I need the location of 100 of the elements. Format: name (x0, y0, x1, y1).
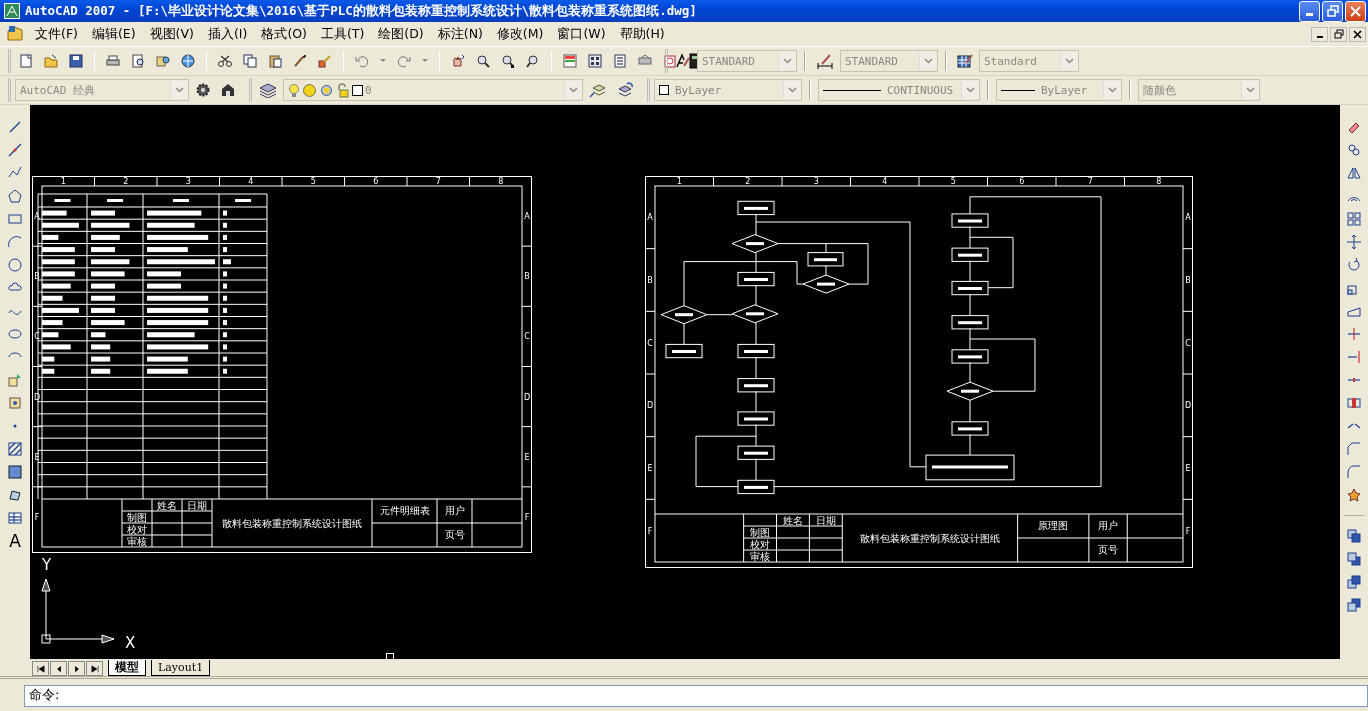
y-axis-label: Y (42, 557, 52, 573)
line-icon[interactable] (7, 119, 23, 135)
match-properties-icon[interactable] (317, 53, 333, 69)
layout-tab[interactable]: Layout1 (151, 660, 211, 676)
sheet-name: 原理图 (1038, 520, 1069, 531)
mirror-icon[interactable] (1346, 165, 1362, 181)
close-button[interactable] (1345, 0, 1366, 22)
restore-button[interactable] (1322, 0, 1343, 22)
menu-item[interactable]: 文件(F) (28, 25, 85, 43)
publish-icon[interactable] (155, 53, 171, 69)
draw-order-back-icon[interactable] (1346, 551, 1362, 567)
markup-icon[interactable] (662, 53, 678, 69)
layout-tab[interactable]: 模型 (108, 660, 146, 676)
globe-icon[interactable] (180, 53, 196, 69)
zoom-window-icon[interactable] (500, 53, 516, 69)
redo-icon[interactable] (396, 53, 412, 69)
make-layer-current-icon[interactable] (589, 82, 607, 98)
next-tab-icon[interactable] (68, 661, 85, 676)
menu-item[interactable]: 标注(N) (430, 25, 490, 43)
grid-label: C (1185, 338, 1191, 348)
bring-above-icon[interactable] (1346, 574, 1362, 590)
move-icon[interactable] (1346, 234, 1362, 250)
grid-label: 7 (1087, 177, 1093, 186)
draw-order-front-icon[interactable] (1346, 528, 1362, 544)
properties-icon[interactable] (562, 53, 578, 69)
menu-item[interactable]: 绘图(D) (371, 25, 431, 43)
text-style-icon[interactable] (675, 53, 691, 69)
arc-icon[interactable] (7, 234, 23, 250)
copy-icon[interactable] (242, 53, 258, 69)
break-icon[interactable] (1346, 395, 1362, 411)
rotate-icon[interactable] (1346, 257, 1362, 273)
previous-tab-icon[interactable] (50, 661, 67, 676)
menu-item[interactable]: 工具(T) (313, 25, 372, 43)
print-preview-icon[interactable] (130, 53, 146, 69)
table-icon[interactable] (7, 510, 23, 526)
grid-label: A (647, 213, 653, 223)
hatch-icon[interactable] (7, 441, 23, 457)
extend-icon[interactable] (1346, 349, 1362, 365)
region-icon[interactable] (7, 487, 23, 503)
grid-label: D (523, 392, 531, 402)
title-block-label: 制图 (127, 512, 147, 523)
grid-label: A (524, 212, 530, 222)
last-tab-icon[interactable] (86, 661, 103, 676)
circle-icon[interactable] (7, 257, 23, 273)
paintbrush-icon[interactable] (292, 53, 308, 69)
table-style-icon[interactable] (957, 53, 973, 69)
grid-label: 4 (248, 177, 254, 186)
zoom-realtime-icon[interactable] (475, 53, 491, 69)
drawing-file-icon[interactable] (6, 25, 24, 43)
grid-label: 8 (498, 177, 504, 186)
menu-item[interactable]: 插入(I) (200, 25, 255, 43)
undo-icon[interactable] (354, 53, 370, 69)
explode-icon[interactable] (1346, 487, 1362, 503)
design-center-icon[interactable] (587, 53, 603, 69)
caret-icon (788, 87, 797, 93)
menu-item[interactable]: 修改(M) (489, 25, 551, 43)
open-folder-icon[interactable] (43, 53, 59, 69)
ellipse-icon[interactable] (7, 326, 23, 342)
settings-icon[interactable] (195, 82, 211, 98)
construction-line-icon[interactable] (7, 142, 23, 158)
trim-icon[interactable] (1346, 326, 1362, 342)
title-block-label: 用户 (444, 505, 465, 516)
save-icon[interactable] (68, 53, 84, 69)
grid-label: 1 (60, 177, 66, 186)
grid-label: D (1184, 401, 1192, 411)
grid-label: 1 (676, 177, 682, 186)
menu-item[interactable]: 格式(O) (254, 25, 314, 43)
scissors-icon[interactable] (217, 53, 233, 69)
document-minimize-button[interactable] (1311, 26, 1328, 42)
window-title: AutoCAD 2007 - [F:\毕业设计论文集\2016\基于PLC的散料包装称重控制系统设计\散料包装称重系统图纸.dwg] (25, 2, 697, 20)
send-under-icon[interactable] (1346, 597, 1362, 613)
menu-item[interactable]: 视图(V) (142, 25, 201, 43)
polygon-icon[interactable] (7, 188, 23, 204)
paste-icon[interactable] (267, 53, 283, 69)
menu-item[interactable]: 编辑(E) (84, 25, 143, 43)
layers-icon[interactable] (259, 82, 277, 98)
make-block-icon[interactable] (7, 395, 23, 411)
menu-item[interactable]: 帮助(H) (612, 25, 672, 43)
tool-palette-icon[interactable] (612, 53, 628, 69)
document-close-button[interactable] (1349, 26, 1366, 42)
layer-previous-icon[interactable] (616, 82, 634, 98)
menu-item[interactable]: 窗口(W) (550, 25, 613, 43)
dimension-style-icon[interactable] (816, 53, 834, 69)
array-icon[interactable] (1346, 211, 1362, 227)
caret-icon (175, 87, 184, 93)
document-restore-button[interactable] (1330, 26, 1347, 42)
gradient-icon[interactable] (7, 464, 23, 480)
copy-object-icon[interactable] (1346, 142, 1362, 158)
printer-icon[interactable] (105, 53, 121, 69)
grid-label: B (34, 272, 40, 282)
new-file-icon[interactable] (18, 53, 34, 69)
multiline-text-tool[interactable]: A (9, 532, 21, 550)
drawing-canvas[interactable]: 1 2 3 4 5 6 7 8 A B C D E F A B C D E F 姓名 日期 制图 校对 审核 散料包装称重控制系统设计图纸 元件明细表 用户 页号 1 2 3 4 5 6 7 8 A B C D E F A B C D E F 姓名 日期 制图 校对 审核 散料包装称重控制系统设计图纸 原理图 用户 页号 Y X (30, 105, 1340, 659)
grid-label: C (647, 338, 653, 348)
first-tab-icon[interactable] (32, 661, 49, 676)
zoom-previous-icon[interactable] (525, 53, 541, 69)
grid-label: B (647, 276, 653, 285)
fillet-icon[interactable] (1346, 464, 1362, 480)
grid-label: B (524, 272, 530, 282)
minimize-button[interactable] (1299, 0, 1320, 22)
